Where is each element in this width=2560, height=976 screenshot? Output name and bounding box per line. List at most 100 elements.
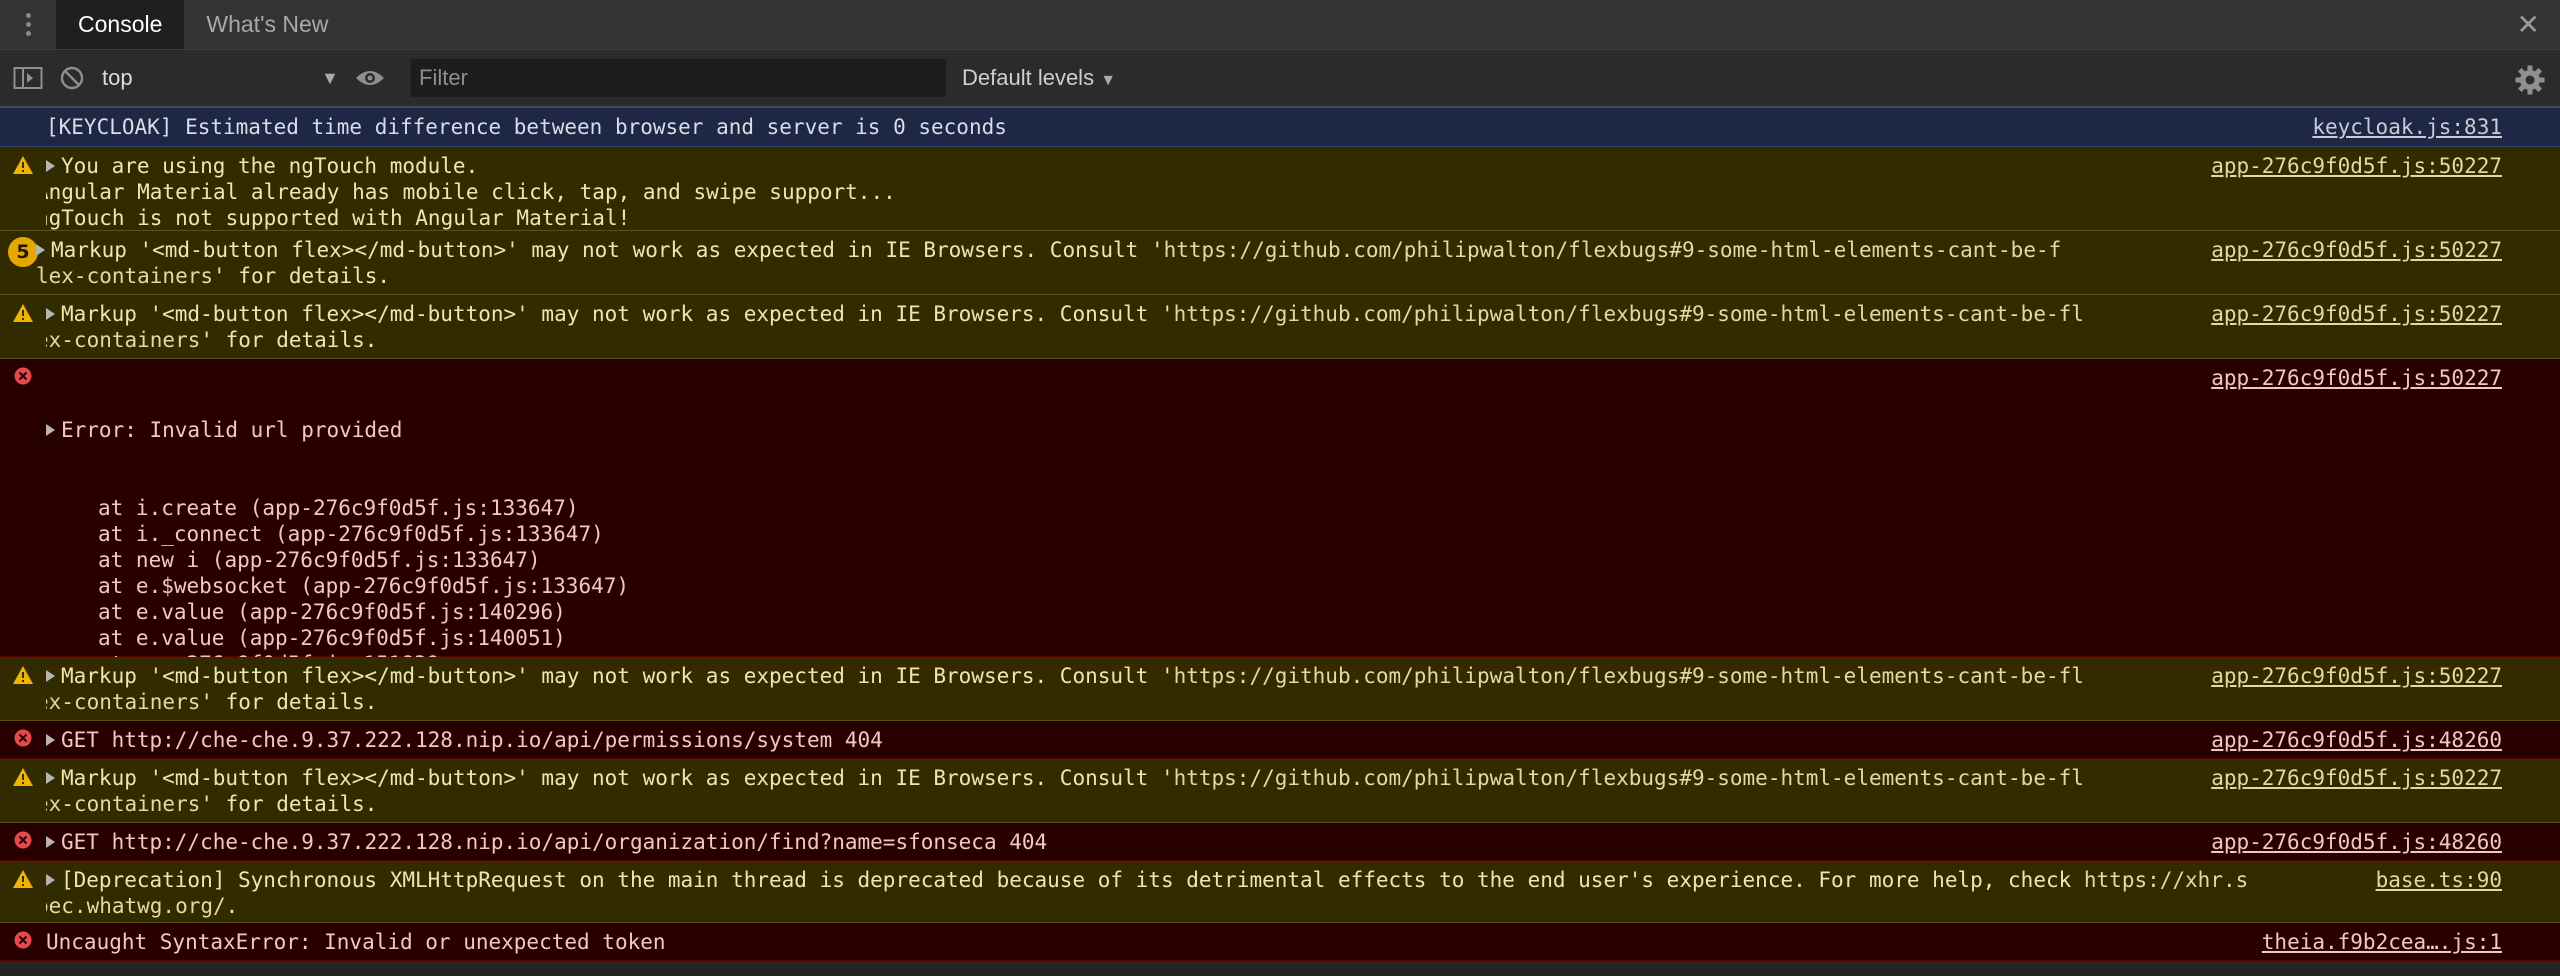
log-levels-label: Default levels	[962, 65, 1095, 90]
message-text: .	[225, 894, 239, 918]
stack-frame-link[interactable]: app-276c9f0d5f.js:133647	[313, 574, 616, 598]
stack-frame-text: )	[553, 626, 566, 650]
console-message-error: GET http://che-che.9.37.222.128.nip.io/a…	[0, 721, 2560, 759]
expand-triangle-icon[interactable]	[46, 424, 55, 436]
stack-frame-text: at e.$websocket (	[98, 574, 313, 598]
message-source-link[interactable]: base.ts:90	[2376, 867, 2560, 893]
message-link[interactable]: https://github.com/philipwalton/flexbugs…	[1164, 238, 2062, 262]
error-icon	[14, 367, 32, 385]
request-url-link[interactable]: http://che-che.9.37.222.128.nip.io/api/o…	[112, 830, 997, 854]
message-text: Uncaught SyntaxError: Invalid or unexpec…	[46, 930, 666, 954]
message-text: [Deprecation] Synchronous XMLHttpRequest…	[61, 868, 2084, 892]
stack-frame-text: )	[591, 522, 604, 546]
message-text: Angular Material already has mobile clic…	[46, 180, 896, 204]
console-message-error: GET http://che-che.9.37.222.128.nip.io/a…	[0, 823, 2560, 861]
warning-icon	[13, 304, 33, 322]
message-text: ' for details.	[200, 328, 378, 352]
stack-frame-text: at e.value (	[98, 626, 250, 650]
stack-frame-text: at i.create (	[98, 496, 263, 520]
expand-triangle-icon[interactable]	[46, 670, 55, 682]
error-icon	[14, 729, 32, 747]
console-message-warning: 5 Markup '<md-button flex></md-button>' …	[0, 231, 2560, 295]
console-message-info: [KEYCLOAK] Estimated time difference bet…	[0, 108, 2560, 147]
message-text: ngTouch is not supported with Angular Ma…	[46, 206, 631, 230]
console-message-error: Uncaught SyntaxError: Invalid or unexpec…	[0, 923, 2560, 961]
expand-triangle-icon[interactable]	[46, 734, 55, 746]
expand-triangle-icon[interactable]	[46, 874, 55, 886]
filter-input[interactable]	[411, 59, 946, 97]
stack-frame-text: at new i (	[98, 548, 225, 572]
message-link[interactable]: https://xhr.s	[2084, 868, 2248, 892]
sidebar-toggle-icon[interactable]	[0, 66, 56, 90]
live-expression-eye-icon[interactable]	[343, 68, 397, 88]
message-source-link[interactable]: keycloak.js:831	[2312, 114, 2560, 140]
expand-triangle-icon[interactable]	[36, 244, 45, 256]
console-message-warning: [Deprecation] Synchronous XMLHttpRequest…	[0, 861, 2560, 923]
stack-frame-text: )	[565, 496, 579, 520]
request-method: GET	[61, 830, 112, 854]
message-source-link[interactable]: app-276c9f0d5f.js:50227	[2211, 153, 2560, 179]
status-code: 404	[996, 830, 1048, 854]
warning-icon	[13, 870, 33, 888]
stack-frame-text: )	[527, 548, 541, 572]
message-source-link[interactable]: app-276c9f0d5f.js:48260	[2211, 829, 2560, 855]
console-message-error: Error: Invalid url provided at i.create …	[0, 359, 2560, 754]
message-link[interactable]: https://github.com/philipwalton/flexbugs…	[1174, 664, 2084, 688]
message-text: Markup '<md-button flex></md-button>' ma…	[51, 238, 1164, 262]
message-source-link[interactable]: app-276c9f0d5f.js:50227	[2211, 765, 2560, 791]
error-icon	[14, 831, 32, 849]
stack-frame-link[interactable]: app-276c9f0d5f.js:133647	[262, 496, 565, 520]
close-drawer-icon[interactable]: ✕	[2517, 8, 2540, 41]
settings-gear-icon[interactable]	[2514, 64, 2546, 100]
log-levels-dropdown[interactable]: Default levels ▼	[962, 65, 1116, 91]
message-text: ' for details.	[213, 264, 391, 288]
chevron-down-icon: ▼	[321, 67, 339, 88]
message-source-link[interactable]: app-276c9f0d5f.js:50227	[2211, 663, 2560, 689]
message-source-link[interactable]: theia.f9b2cea….js:1	[2262, 929, 2560, 955]
stack-frame-link[interactable]: app-276c9f0d5f.js:133647	[288, 522, 591, 546]
message-source-link[interactable]: app-276c9f0d5f.js:50227	[2211, 365, 2560, 391]
repeat-count-badge: 5	[8, 237, 38, 267]
stack-frame-text: at i._connect (	[98, 522, 288, 546]
stack-frame: at new i (app-276c9f0d5f.js:133647)	[46, 547, 2201, 573]
message-text: Markup '<md-button flex></md-button>' ma…	[61, 664, 1174, 688]
warning-icon	[13, 666, 33, 684]
context-selector[interactable]: top ▼	[88, 65, 343, 91]
stack-frame: at e.value (app-276c9f0d5f.js:140296)	[46, 599, 2201, 625]
console-messages: [KEYCLOAK] Estimated time difference bet…	[0, 108, 2560, 961]
message-text: Markup '<md-button flex></md-button>' ma…	[61, 766, 1174, 790]
expand-triangle-icon[interactable]	[46, 836, 55, 848]
expand-triangle-icon[interactable]	[46, 308, 55, 320]
stack-frame-link[interactable]: app-276c9f0d5f.js:140296	[250, 600, 553, 624]
expand-triangle-icon[interactable]	[46, 772, 55, 784]
message-source-link[interactable]: app-276c9f0d5f.js:48260	[2211, 727, 2560, 753]
message-link[interactable]: pec.whatwg.org/	[46, 894, 226, 918]
stack-frame-link[interactable]: app-276c9f0d5f.js:133647	[224, 548, 527, 572]
warning-icon	[13, 156, 33, 174]
console-message-warning: Markup '<md-button flex></md-button>' ma…	[0, 657, 2560, 721]
expand-triangle-icon[interactable]	[46, 160, 55, 172]
tab-console[interactable]: Console	[56, 0, 185, 49]
more-tabs-button[interactable]	[0, 0, 56, 49]
console-toolbar: top ▼ Default levels ▼	[0, 50, 2560, 108]
chevron-down-icon: ▼	[1100, 72, 1117, 89]
clear-console-icon[interactable]	[56, 65, 88, 91]
stack-frame-link[interactable]: app-276c9f0d5f.js:140051	[250, 626, 553, 650]
context-value: top	[102, 65, 133, 90]
stack-frame-text: )	[616, 574, 630, 598]
message-link[interactable]: ex-containers	[46, 792, 200, 816]
devtools-drawer-tabbar: Console What's New ✕	[0, 0, 2560, 50]
message-link[interactable]: https://github.com/philipwalton/flexbugs…	[1174, 766, 2084, 790]
message-link[interactable]: https://github.com/philipwalton/flexbugs…	[1174, 302, 2084, 326]
message-text: Markup '<md-button flex></md-button>' ma…	[61, 302, 1174, 326]
message-link[interactable]: ex-containers	[46, 328, 200, 352]
stack-frame: at e.value (app-276c9f0d5f.js:140051)	[46, 625, 2201, 651]
request-url-link[interactable]: http://che-che.9.37.222.128.nip.io/api/p…	[112, 728, 833, 752]
tab-whats-new[interactable]: What's New	[184, 0, 350, 49]
message-text: [KEYCLOAK] Estimated time difference bet…	[46, 115, 1007, 139]
message-link[interactable]: lex-containers	[36, 264, 213, 288]
message-source-link[interactable]: app-276c9f0d5f.js:50227	[2211, 237, 2560, 263]
message-link[interactable]: ex-containers	[46, 690, 200, 714]
message-text: You are using the ngTouch module.	[61, 154, 479, 178]
message-source-link[interactable]: app-276c9f0d5f.js:50227	[2211, 301, 2560, 327]
